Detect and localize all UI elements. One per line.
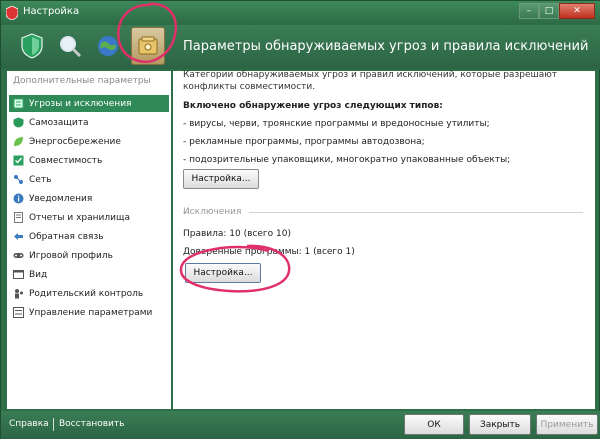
sidebar-item-label: Обратная связь <box>29 231 104 242</box>
check-icon <box>13 155 24 166</box>
settings-window: Настройка – □ ✕ Параметры обнаруживаемых… <box>0 0 600 439</box>
toolbar-scan[interactable] <box>53 27 87 65</box>
feedback-icon <box>14 233 23 240</box>
rules-count: Правила: 10 (всего 10) <box>183 229 291 239</box>
minimize-button[interactable]: – <box>519 3 539 19</box>
close-window-button[interactable]: ✕ <box>559 3 595 19</box>
footer-bar: Справка Восстановить ОК Закрыть Применит… <box>1 411 600 439</box>
sidebar-item-3[interactable]: Энергосбережение <box>9 133 169 150</box>
help-link[interactable]: Справка <box>9 419 49 429</box>
divider <box>53 418 54 431</box>
globe-icon <box>98 36 118 56</box>
safe-icon <box>138 36 158 55</box>
sidebar-item-label: Игровой профиль <box>29 250 113 261</box>
sidebar-item-label: Уведомления <box>29 193 93 204</box>
sidebar-item-2[interactable]: Самозащита <box>9 114 169 131</box>
report-icon <box>14 212 23 223</box>
threat-type-item: - рекламные программы, программы автодоз… <box>183 137 425 147</box>
view-icon <box>13 270 24 279</box>
settings-toolbar: Параметры обнаруживаемых угроз и правила… <box>1 25 600 69</box>
section-description: Категории обнаруживаемых угроз и правил … <box>183 70 558 92</box>
self-defense-icon <box>13 117 24 128</box>
maximize-button[interactable]: □ <box>539 3 559 19</box>
toolbar-protection[interactable] <box>15 27 49 65</box>
sidebar-item-label: Энергосбережение <box>29 136 121 147</box>
close-button[interactable]: Закрыть <box>469 414 531 435</box>
exclusions-label: Исключения <box>183 207 242 217</box>
sidebar-item-label: Отчеты и хранилища <box>29 212 130 223</box>
sidebar-item-9[interactable]: Игровой профиль <box>9 247 169 264</box>
sidebar-item-11[interactable]: Родительский контроль <box>9 285 169 302</box>
sidebar-item-label: Совместимость <box>29 155 103 166</box>
leaf-icon <box>14 137 23 146</box>
threats-settings-button[interactable]: Настройка... <box>183 169 259 189</box>
network-icon <box>14 175 23 184</box>
apply-button[interactable]: Применить <box>536 414 598 435</box>
sidebar-item-label: Самозащита <box>29 117 89 128</box>
sidebar-item-label: Родительский контроль <box>29 288 144 299</box>
toolbar-update[interactable] <box>91 27 125 65</box>
ok-button[interactable]: ОК <box>404 414 464 435</box>
search-icon <box>60 36 82 58</box>
sidebar-item-8[interactable]: Обратная связь <box>9 228 169 245</box>
gamepad-icon <box>13 253 24 258</box>
threats-heading: Включено обнаружение угроз следующих тип… <box>183 101 443 111</box>
parental-icon <box>15 289 23 299</box>
threat-type-item: - подозрительные упаковщики, многократно… <box>183 155 511 165</box>
sidebar-item-10[interactable]: Вид <box>9 266 169 283</box>
sidebar-item-7[interactable]: Отчеты и хранилища <box>9 209 169 226</box>
section-title: Параметры обнаруживаемых угроз и правила… <box>183 39 589 54</box>
window-controls: – □ ✕ <box>519 3 595 19</box>
divider <box>249 212 583 213</box>
sidebar-item-label: Угрозы и исключения <box>29 98 132 109</box>
sidebar-item-label: Управление параметрами <box>29 307 153 318</box>
info-icon <box>13 193 24 204</box>
sidebar-heading: Дополнительные параметры <box>13 76 151 86</box>
sidebar-item-4[interactable]: Совместимость <box>9 152 169 169</box>
sidebar-item-label: Вид <box>29 269 48 280</box>
sidebar: Дополнительные параметры Угрозы и исключ… <box>7 71 171 409</box>
threat-type-item: - вирусы, черви, троянские программы и в… <box>183 119 490 129</box>
sidebar-item-1[interactable]: Угрозы и исключения <box>9 95 169 112</box>
exclusions-settings-button[interactable]: Настройка... <box>185 263 261 283</box>
sidebar-item-6[interactable]: Уведомления <box>9 190 169 207</box>
window-title: Настройка <box>23 6 80 17</box>
list-icon <box>13 98 24 109</box>
sidebar-item-5[interactable]: Сеть <box>9 171 169 188</box>
title-bar: Настройка – □ ✕ <box>1 1 600 25</box>
sidebar-item-12[interactable]: Управление параметрами <box>9 304 169 321</box>
settings-icon <box>13 307 24 318</box>
restore-link[interactable]: Восстановить <box>59 419 124 429</box>
shield-icon <box>21 33 43 59</box>
main-content: Категории обнаруживаемых угроз и правил … <box>173 70 595 409</box>
sidebar-item-label: Сеть <box>29 174 52 185</box>
trusted-programs-count: Доверенные программы: 1 (всего 1) <box>183 247 355 257</box>
toolbar-advanced[interactable] <box>131 27 165 65</box>
app-logo-icon <box>6 6 18 20</box>
